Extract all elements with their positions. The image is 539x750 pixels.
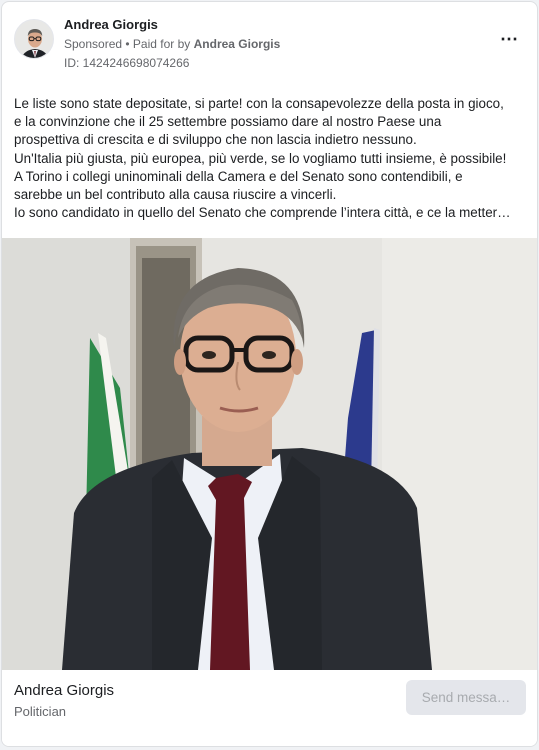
advertiser-name[interactable]: Andrea Giorgis — [64, 17, 158, 32]
ad-body-text: Le liste sono state depositate, si parte… — [14, 95, 530, 222]
ad-image[interactable] — [2, 238, 537, 670]
body-line: Le liste sono state depositate, si parte… — [14, 96, 504, 111]
body-line: Un'Italia più giusta, più europea, più v… — [14, 150, 507, 166]
body-line: Io sono candidato in quello del Senato c… — [14, 205, 511, 221]
ad-card: Andrea Giorgis Sponsored • Paid for by A… — [1, 1, 538, 747]
ad-library-id: ID: 1424246698074266 — [64, 56, 190, 70]
ad-header: Andrea Giorgis Sponsored • Paid for by A… — [2, 2, 537, 82]
paid-for-prefix: • Paid for by — [122, 37, 194, 51]
avatar-portrait — [15, 20, 53, 58]
ad-footer: Andrea Giorgis Politician Send messa… — [2, 670, 537, 746]
page-name[interactable]: Andrea Giorgis — [14, 682, 114, 699]
send-message-button[interactable]: Send messa… — [406, 680, 526, 715]
paid-for-by-name: Andrea Giorgis — [193, 37, 281, 51]
page-category: Politician — [14, 704, 67, 719]
sponsored-line: Sponsored • Paid for by Andrea Giorgis — [64, 37, 280, 51]
body-line: sarebbe un bel contributo alla causa riu… — [14, 187, 337, 203]
sponsored-label: Sponsored — [64, 37, 123, 51]
body-line: A Torino i collegi uninominali della Cam… — [14, 168, 463, 184]
candidate-portrait-image — [2, 238, 537, 670]
more-options-icon[interactable]: ⋯ — [500, 30, 519, 48]
advertiser-avatar[interactable] — [14, 19, 54, 59]
body-line: e la convinzione che il 25 settembre pos… — [14, 114, 442, 130]
body-line: prospettiva di crescita e di sviluppo ch… — [14, 132, 417, 148]
